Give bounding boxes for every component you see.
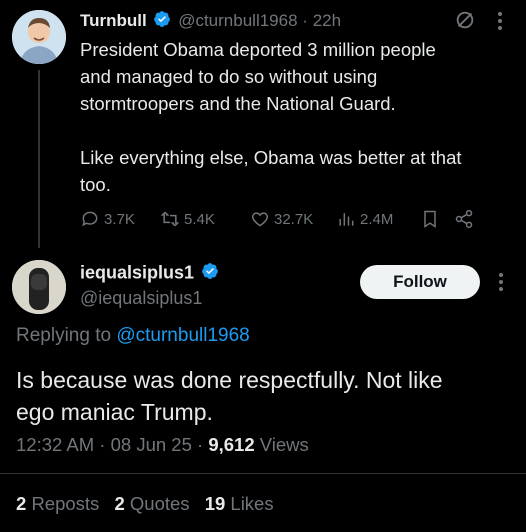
reply-timestamp[interactable]: 12:32 AM · 08 Jun 25 · — [16, 434, 208, 455]
parent-display-name[interactable]: Turnbull — [80, 11, 147, 30]
quotes-stat-label: Quotes — [129, 493, 190, 514]
grok-icon[interactable] — [454, 9, 476, 36]
bookmark-icon[interactable] — [420, 209, 454, 229]
thread-line — [38, 70, 40, 248]
verified-badge-icon — [201, 262, 219, 285]
parent-avatar[interactable] — [12, 10, 66, 64]
reply-user-block: iequalsiplus1 @iequalsiplus1 — [80, 262, 350, 309]
repost-action[interactable]: 5.4K — [160, 209, 250, 229]
heart-icon — [251, 212, 269, 227]
reply-views-label: Views — [254, 434, 309, 455]
reply-views-count: 9,612 — [208, 434, 255, 455]
replying-to-line: Replying to @cturnbull1968 — [16, 325, 250, 347]
like-action[interactable]: 32.7K — [250, 209, 336, 229]
quotes-stat[interactable]: 2 Quotes — [114, 493, 194, 514]
reply-icon — [82, 211, 98, 227]
views-bar-icon — [339, 213, 354, 226]
share-icon[interactable] — [454, 209, 484, 229]
like-count: 32.7K — [274, 210, 314, 228]
reply-more-options-icon[interactable] — [497, 271, 505, 298]
parent-tweet-text: President Obama deported 3 million peopl… — [80, 36, 520, 198]
views-action[interactable]: 2.4M — [336, 209, 420, 229]
parent-text-line: too. — [80, 174, 111, 195]
follow-button[interactable]: Follow — [360, 265, 480, 299]
likes-stat[interactable]: 19 Likes — [205, 493, 274, 514]
verified-badge-icon — [153, 10, 171, 33]
reply-text-line: Is because was done respectfully. Not li… — [16, 367, 443, 393]
reply-tweet-text: Is because was done respectfully. Not li… — [16, 364, 516, 428]
parent-text-line: President Obama deported 3 million peopl… — [80, 39, 436, 60]
reply-action[interactable]: 3.7K — [80, 209, 160, 229]
reply-stats-line: 2 Reposts 2 Quotes 19 Likes — [16, 493, 274, 515]
parent-action-bar: 3.7K 5.4K 32.7K 2.4M — [80, 206, 520, 232]
parent-text-line: Like everything else, Obama was better a… — [80, 147, 462, 168]
parent-text-line: stormtroopers and the National Guard. — [80, 93, 396, 114]
more-options-icon[interactable] — [496, 10, 504, 37]
repost-count: 5.4K — [184, 210, 215, 228]
likes-stat-label: Likes — [230, 493, 274, 514]
reply-avatar[interactable] — [12, 260, 66, 314]
reply-handle[interactable]: @iequalsiplus1 — [80, 288, 350, 309]
repost-icon — [160, 211, 180, 227]
views-count: 2.4M — [360, 210, 394, 228]
divider — [0, 473, 526, 474]
reposts-stat-count: 2 — [16, 493, 27, 514]
reply-count: 3.7K — [104, 210, 135, 228]
reply-meta-line: 12:32 AM · 08 Jun 25 · 9,612 Views — [16, 434, 309, 456]
likes-stat-count: 19 — [204, 493, 226, 514]
reply-text-line: ego maniac Trump. — [16, 399, 213, 425]
parent-text-line: and managed to do so without using — [80, 66, 378, 87]
header-separator: · — [302, 10, 308, 30]
reply-display-name[interactable]: iequalsiplus1 — [80, 262, 194, 282]
replying-to-link[interactable]: @cturnbull1968 — [116, 325, 249, 346]
parent-time[interactable]: 22h — [313, 11, 341, 30]
reposts-stat-label: Reposts — [31, 493, 100, 514]
parent-handle[interactable]: @cturnbull1968 — [178, 11, 297, 30]
replying-to-prefix: Replying to — [16, 325, 112, 346]
quotes-stat-count: 2 — [114, 493, 125, 514]
reposts-stat[interactable]: 2 Reposts — [16, 493, 104, 514]
